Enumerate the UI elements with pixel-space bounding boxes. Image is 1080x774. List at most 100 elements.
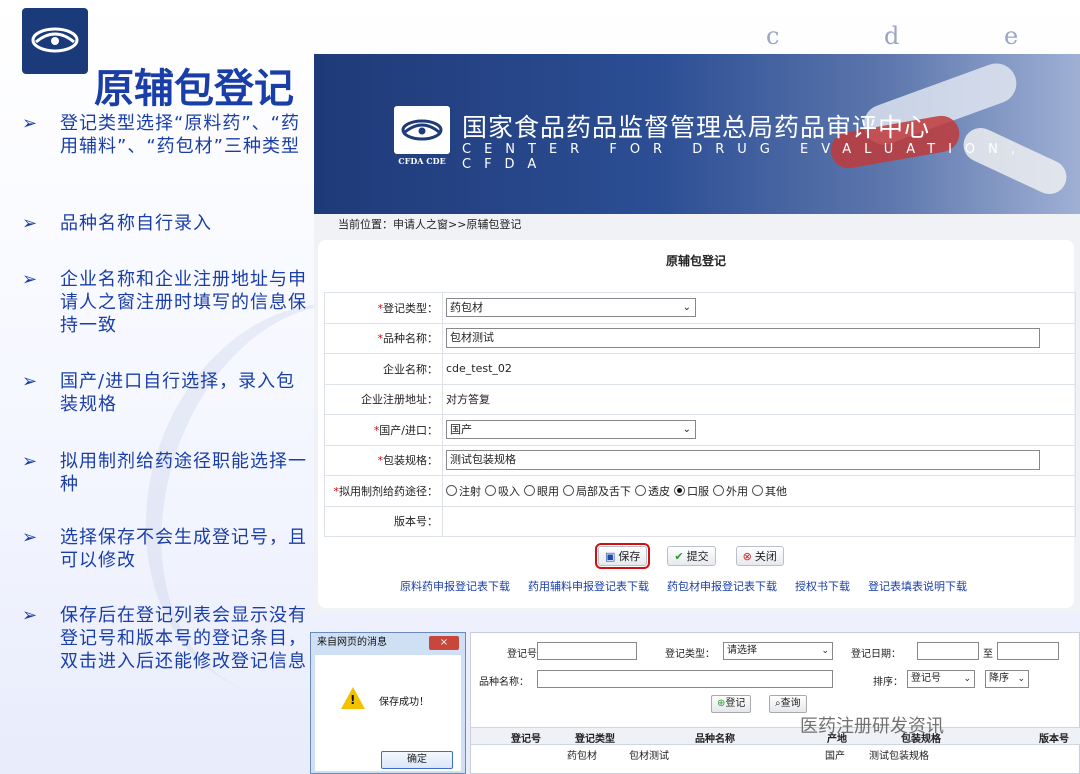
reg-type-select[interactable]: 药包材 ⌄ (446, 298, 696, 318)
route-option[interactable]: 注射 (446, 483, 481, 499)
download-links: 原料药申报登记表下载 药用辅料申报登记表下载 药包材申报登记表下载 授权书下载 … (400, 578, 967, 594)
reg-no-input[interactable] (537, 642, 637, 660)
banner-title-en: CENTER FOR DRUG EVALUATION, CFDA (462, 142, 1029, 172)
company-label: 企业名称： (324, 353, 443, 385)
route-option[interactable]: 外用 (713, 483, 748, 499)
download-link-authorization[interactable]: 授权书下载 (795, 578, 850, 594)
register-button[interactable]: ⊕登记 (711, 695, 752, 713)
cfda-logo-icon (394, 106, 450, 154)
route-option[interactable]: 局部及舌下 (563, 483, 631, 499)
dialog-close-button[interactable]: × (429, 636, 459, 650)
letter-d: d (884, 22, 900, 50)
bullet-item: ➢ 登记类型选择“原料药”、“药用辅料”、“药包材”三种类型 (22, 112, 312, 158)
chevron-down-icon: ⌄ (682, 302, 691, 314)
route-radio-group: 注射 吸入 眼用 局部及舌下 透皮 口服 外用 其他 (446, 483, 1075, 499)
close-button[interactable]: ⊗ 关闭 (735, 546, 784, 566)
radio-checked-icon (674, 485, 685, 497)
route-option-selected[interactable]: 口服 (674, 483, 709, 499)
bullet-item: ➢ 拟用制剂给药途径职能选择一种 (22, 450, 312, 496)
form-panel: 原辅包登记 *登记类型： 药包材 ⌄ *品种名称： 包材测试 企业名称： cde_… (318, 240, 1076, 608)
logo-caption: CFDA CDE (398, 156, 446, 166)
dialog-body: ! 保存成功！ 确定 (315, 655, 461, 771)
slide-title: 原辅包登记 (94, 66, 294, 112)
column-header: 品种名称 (695, 734, 735, 745)
bullet-text: 国产/进口自行选择，录入包装规格 (60, 371, 296, 415)
column-header: 登记类型 (575, 734, 615, 745)
date-from-input[interactable] (917, 642, 979, 660)
version-label: 版本号： (324, 505, 443, 537)
watermark: 医药注册研发资讯 (800, 716, 944, 737)
download-link-excipient[interactable]: 药用辅料申报登记表下载 (528, 578, 649, 594)
packaging-input[interactable]: 测试包装规格 (446, 450, 1040, 471)
download-link-instructions[interactable]: 登记表填表说明下载 (868, 578, 967, 594)
radio-icon (752, 485, 763, 497)
close-icon: ⊗ (742, 549, 752, 563)
variety-filter-label: 品种名称： (479, 677, 529, 688)
date-to-input[interactable] (997, 642, 1059, 660)
cde-letters: c d e (0, 22, 1080, 52)
route-option[interactable]: 吸入 (485, 483, 520, 499)
letter-c: c (766, 22, 780, 50)
bullet-text: 保存后在登记列表会显示没有登记号和版本号的登记条目，双击进入后还能修改登记信息 (60, 605, 307, 672)
origin-select[interactable]: 国产 ⌄ (446, 420, 696, 440)
cell-type: 药包材 (567, 751, 597, 762)
route-option[interactable]: 透皮 (635, 483, 670, 499)
arrow-icon: ➢ (22, 451, 39, 472)
radio-icon (635, 485, 646, 497)
reg-type-filter-label: 登记类型： (665, 649, 715, 660)
form-buttons: ▣ 保存 ✔ 提交 ⊗ 关闭 (594, 543, 784, 569)
chevron-down-icon: ⌄ (963, 674, 971, 684)
arrow-icon: ➢ (22, 213, 39, 234)
arrow-icon: ➢ (22, 269, 39, 290)
form-title: 原辅包登记 (665, 254, 726, 268)
save-button[interactable]: ▣ 保存 (594, 543, 651, 569)
variety-label: *品种名称： (324, 322, 443, 354)
bullet-item: ➢ 保存后在登记列表会显示没有登记号和版本号的登记条目，双击进入后还能修改登记信息 (22, 604, 312, 673)
address-value: 对方答复 (442, 383, 1076, 415)
reg-type-filter-select[interactable]: 请选择 ⌄ (723, 642, 833, 660)
letter-e: e (1004, 22, 1019, 50)
radio-icon (713, 485, 724, 497)
bullet-text: 登记类型选择“原料药”、“药用辅料”、“药包材”三种类型 (60, 113, 300, 157)
bullet-item: ➢ 选择保存不会生成登记号，且可以修改 (22, 526, 312, 572)
ok-button[interactable]: 确定 (381, 751, 453, 769)
sort-field-select[interactable]: 登记号 ⌄ (907, 670, 975, 688)
download-link-api[interactable]: 原料药申报登记表下载 (400, 578, 510, 594)
bullet-text: 企业名称和企业注册地址与申请人之窗注册时填写的信息保持一致 (60, 269, 307, 336)
origin-label: *国产/进口： (324, 414, 443, 446)
submit-button[interactable]: ✔ 提交 (667, 546, 716, 566)
floppy-disk-icon: ▣ (605, 549, 616, 563)
variety-input[interactable]: 包材测试 (446, 328, 1040, 349)
exclamation-icon: ! (350, 693, 356, 707)
column-header: 版本号 (1039, 734, 1069, 745)
arrow-icon: ➢ (22, 605, 39, 626)
column-header: 登记号 (511, 734, 541, 745)
form-table: *登记类型： 药包材 ⌄ *品种名称： 包材测试 企业名称： cde_test_0… (324, 292, 1076, 537)
route-option[interactable]: 眼用 (524, 483, 559, 499)
route-option[interactable]: 其他 (752, 483, 787, 499)
date-to-label: 至 (983, 649, 993, 660)
bullet-item: ➢ 品种名称自行录入 (22, 212, 312, 235)
bullet-text: 选择保存不会生成登记号，且可以修改 (60, 527, 307, 571)
download-link-packaging[interactable]: 药包材申报登记表下载 (667, 578, 777, 594)
company-value: cde_test_02 (442, 353, 1076, 385)
bullet-item: ➢ 国产/进口自行选择，录入包装规格 (22, 370, 312, 416)
radio-icon (446, 485, 457, 497)
registration-list-window: 登记号： 登记类型： 请选择 ⌄ 登记日期： 至 品种名称： 排序： 登记号 ⌄ 降… (470, 632, 1080, 774)
variety-filter-input[interactable] (537, 670, 833, 688)
chevron-down-icon: ⌄ (1017, 674, 1025, 684)
table-header: 登记号 登记类型 品种名称 产地 包装规格 版本号 (471, 727, 1080, 745)
arrow-icon: ➢ (22, 527, 39, 548)
cell-name: 包材测试 (629, 751, 669, 762)
version-value (442, 505, 1076, 537)
table-row[interactable]: 药包材 包材测试 国产 测试包装规格 (471, 745, 1080, 763)
query-button[interactable]: ⌕查询 (769, 695, 807, 713)
registration-window: CFDA CDE 国家食品药品监督管理总局药品审评中心 CENTER FOR D… (314, 54, 1080, 614)
sort-order-select[interactable]: 降序 ⌄ (985, 670, 1029, 688)
chevron-down-icon: ⌄ (682, 424, 691, 436)
bullet-text: 品种名称自行录入 (60, 213, 212, 234)
bullet-text: 拟用制剂给药途径职能选择一种 (60, 451, 307, 495)
alert-dialog: 来自网页的消息 × ! 保存成功！ 确定 (310, 632, 466, 774)
header-banner: CFDA CDE 国家食品药品监督管理总局药品审评中心 CENTER FOR D… (314, 54, 1080, 214)
arrow-icon: ➢ (22, 371, 39, 392)
